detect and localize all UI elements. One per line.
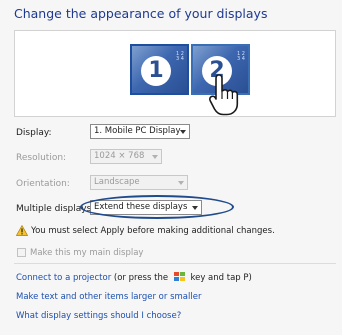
warning-icon [16,225,28,236]
display-label: Display: [16,128,52,138]
multiple-displays-select[interactable]: Extend these displays [90,200,202,215]
monitor-number: 1 [141,56,171,86]
orientation-select-value: Landscape [94,177,140,187]
chevron-down-icon [152,155,158,159]
display-select-value: 1. Mobile PC Display [94,126,181,136]
resolution-label: Resolution: [16,153,67,163]
hand-cursor-icon [208,74,239,116]
windows-key-icon [173,272,186,281]
monitor-side-label: 1 2 3 4 [176,51,184,62]
page-title: Change the appearance of your displays [14,6,268,21]
main-display-checkbox-label: Make this my main display [30,248,144,258]
orientation-label: Orientation: [16,179,70,189]
chevron-down-icon [178,181,184,185]
resolution-select: 1024 × 768 [90,149,162,164]
resolution-select-value: 1024 × 768 [94,151,145,161]
projector-hint-start: (or press the [113,273,169,283]
projector-hint-end: key and tap P) [190,273,252,283]
multiple-displays-label: Multiple displays: [16,204,95,214]
chevron-down-icon [192,206,198,210]
connect-projector-link[interactable]: Connect to a projector [16,273,111,283]
text-size-link[interactable]: Make text and other items larger or smal… [16,292,201,302]
orientation-select: Landscape [90,175,188,190]
warning-message: You must select Apply before making addi… [31,226,275,236]
projector-link-row: Connect to a projector (or press the key… [16,272,252,283]
main-display-checkbox[interactable] [17,248,26,257]
multiple-displays-select-value: Extend these displays [94,202,188,212]
display-select[interactable]: 1. Mobile PC Display [90,124,190,139]
monitor-side-label: 1 2 3 4 [237,51,245,62]
monitor-1[interactable]: 1 1 2 3 4 [130,44,189,95]
section-divider [14,263,336,264]
display-arrangement-preview[interactable]: 1 1 2 3 4 2 1 2 3 4 [14,30,336,117]
display-settings-help-link[interactable]: What display settings should I choose? [16,311,181,321]
chevron-down-icon [180,130,186,134]
